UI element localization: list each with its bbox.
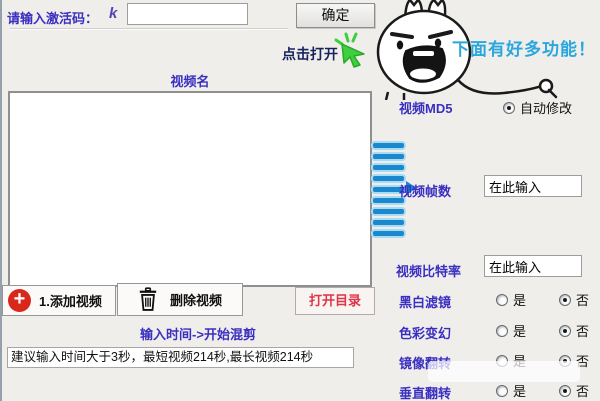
open-directory-button[interactable]: 打开目录 <box>295 287 375 315</box>
activation-code-label: 请输入激活码： <box>7 8 98 27</box>
color-shift-no-radio[interactable] <box>559 325 571 337</box>
bw-filter-label: 黑白滤镜 <box>399 292 451 311</box>
video-frames-label: 视频帧数 <box>399 181 451 200</box>
yes-label: 是 <box>513 290 526 309</box>
md5-auto-label: 自动修改 <box>520 98 572 117</box>
add-video-label: 1.添加视频 <box>39 291 102 310</box>
click-cursor-icon <box>333 32 369 68</box>
window-left-border <box>0 0 2 401</box>
video-frames-input[interactable] <box>484 175 582 197</box>
yes-label: 是 <box>513 321 526 340</box>
video-md5-label: 视频MD5 <box>399 98 452 117</box>
md5-auto-radio[interactable] <box>503 102 515 114</box>
video-bitrate-label: 视频比特率 <box>396 261 461 280</box>
color-shift-no-option[interactable]: 否 <box>559 321 589 340</box>
video-list[interactable] <box>8 91 372 287</box>
groupbox-divider <box>10 28 288 30</box>
md5-auto-option[interactable]: 自动修改 <box>503 98 572 117</box>
delete-video-label: 删除视频 <box>170 290 222 309</box>
start-mix-label[interactable]: 输入时间->开始混剪 <box>108 324 288 343</box>
plus-circle-icon: + <box>8 289 31 312</box>
no-label: 否 <box>576 321 589 340</box>
video-bitrate-input[interactable] <box>484 255 582 277</box>
activation-code-input[interactable] <box>127 3 248 25</box>
confirm-button[interactable]: 确定 <box>296 3 375 28</box>
vertical-flip-no-option[interactable]: 否 <box>559 381 589 400</box>
activation-glyph: k <box>109 5 117 22</box>
trash-icon <box>138 287 158 312</box>
bw-filter-yes-radio[interactable] <box>496 294 508 306</box>
vertical-flip-yes-radio[interactable] <box>496 385 508 397</box>
delete-video-button[interactable]: 删除视频 <box>117 283 243 316</box>
banner-text: 下面有好多功能！ <box>452 35 596 60</box>
click-open-label[interactable]: 点击打开 <box>282 44 338 64</box>
color-shift-label: 色彩变幻 <box>399 323 451 342</box>
color-shift-yes-option[interactable]: 是 <box>496 321 526 340</box>
vertical-flip-no-radio[interactable] <box>559 385 571 397</box>
video-list-header: 视频名 <box>8 71 372 90</box>
add-video-button[interactable]: + 1.添加视频 <box>2 285 116 316</box>
erased-watermark-overlay <box>428 361 580 382</box>
vertical-flip-label: 垂直翻转 <box>399 383 451 401</box>
bw-filter-no-radio[interactable] <box>559 294 571 306</box>
no-label: 否 <box>576 381 589 400</box>
vertical-flip-yes-option[interactable]: 是 <box>496 381 526 400</box>
duration-hint-box: 建议输入时间大于3秒，最短视频214秒,最长视频214秒 <box>7 347 354 368</box>
bw-filter-yes-option[interactable]: 是 <box>496 290 526 309</box>
no-label: 否 <box>576 290 589 309</box>
bw-filter-no-option[interactable]: 否 <box>559 290 589 309</box>
yes-label: 是 <box>513 381 526 400</box>
color-shift-yes-radio[interactable] <box>496 325 508 337</box>
